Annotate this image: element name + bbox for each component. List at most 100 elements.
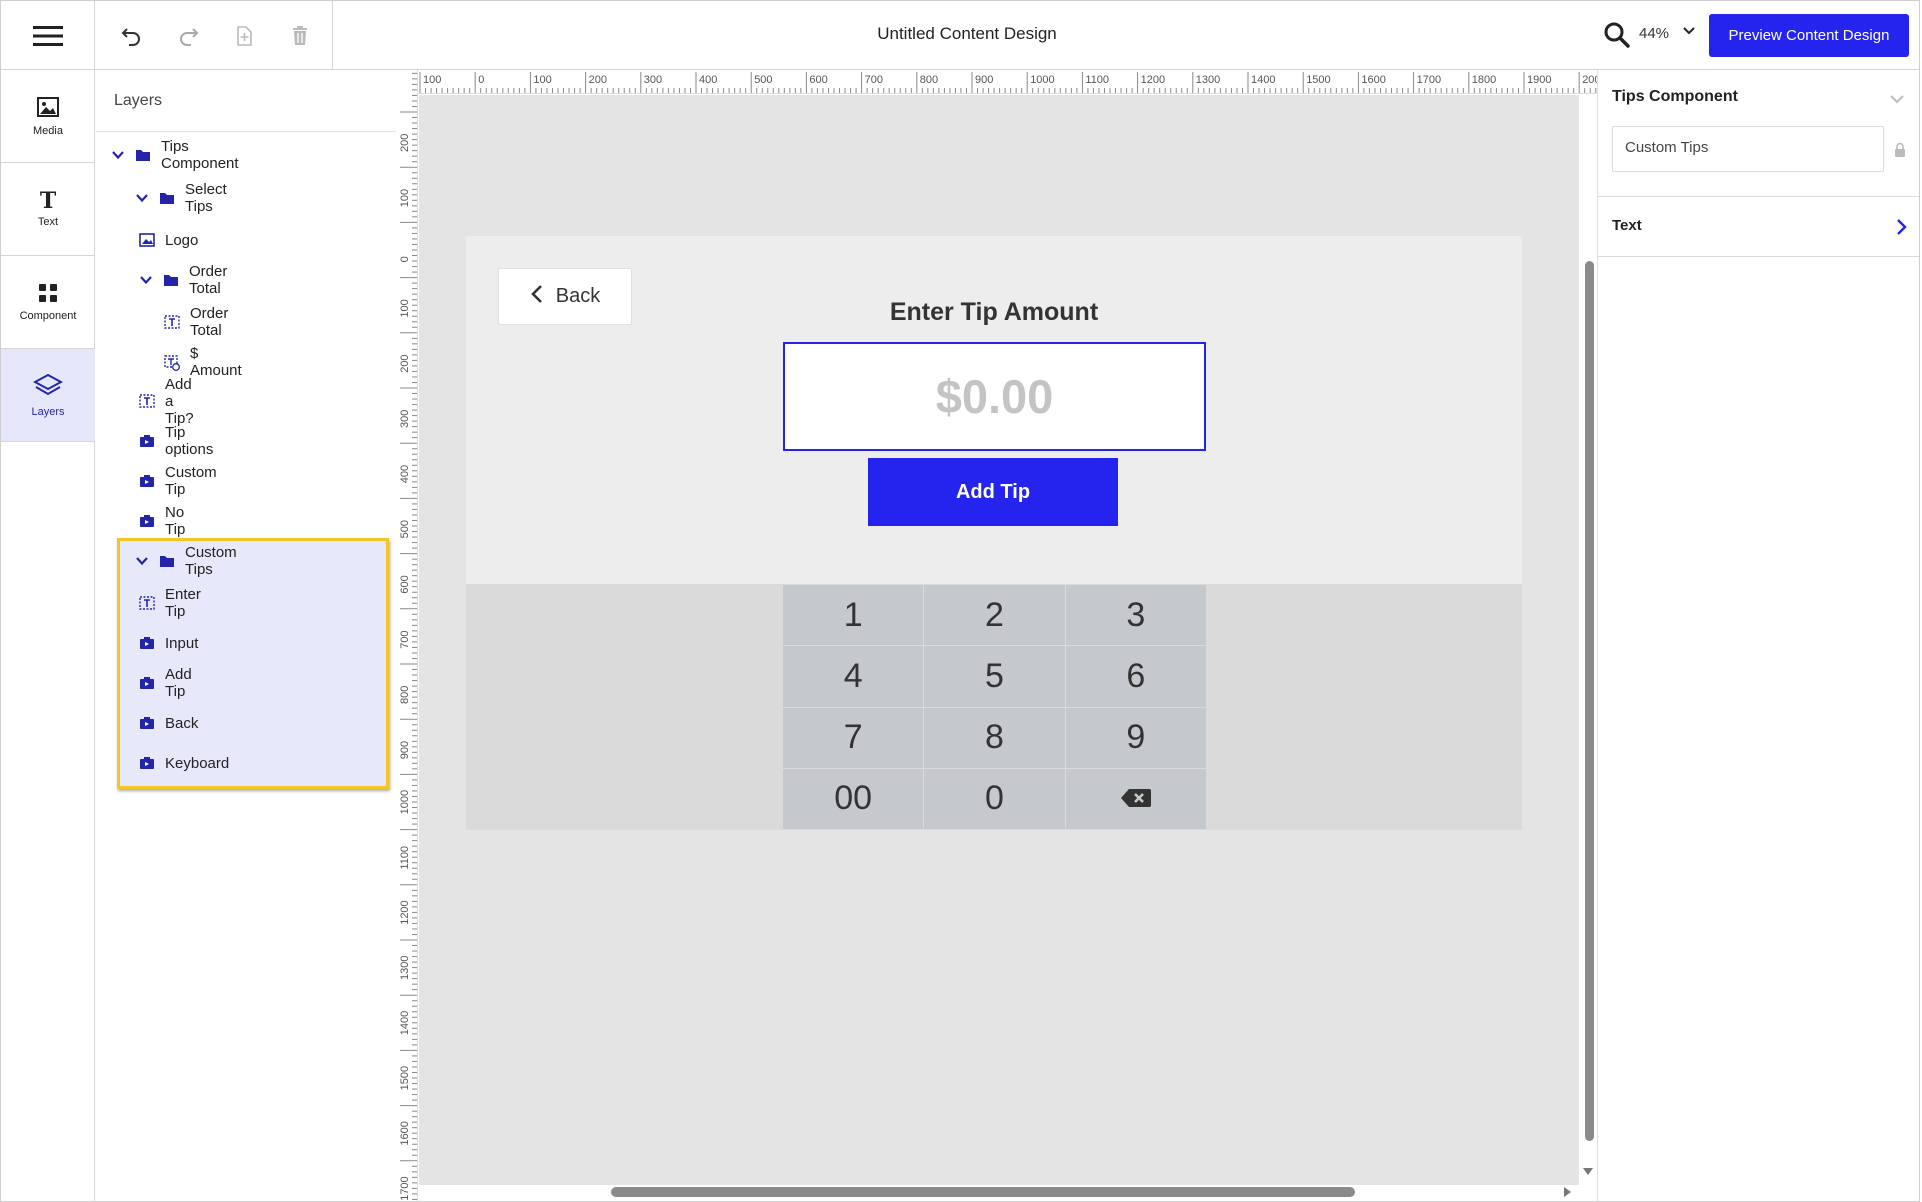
folder-icon xyxy=(135,148,151,162)
enter-tip-heading: Enter Tip Amount xyxy=(889,298,1099,326)
horizontal-scrollbar[interactable] xyxy=(611,1187,1355,1197)
ruler-label: 900 xyxy=(399,741,411,759)
ruler-label: 200 xyxy=(589,74,607,86)
key-0[interactable]: 0 xyxy=(924,768,1065,829)
key-2[interactable]: 2 xyxy=(924,585,1065,646)
ruler-label: 100 xyxy=(533,74,551,86)
layer-label: Custom Tips xyxy=(185,544,237,578)
key-3[interactable]: 3 xyxy=(1065,585,1206,646)
ruler-label: 1500 xyxy=(1306,74,1330,86)
folder-icon xyxy=(159,191,175,205)
add-tip-button[interactable]: Add Tip xyxy=(868,458,1118,526)
chevron-down-icon[interactable] xyxy=(111,148,125,162)
ruler-label: 700 xyxy=(865,74,883,86)
rail-item-component[interactable]: Component xyxy=(1,256,95,349)
rail-item-layers[interactable]: Layers xyxy=(1,349,95,442)
key-backspace[interactable] xyxy=(1065,768,1206,829)
layer-row[interactable]: Select Tips xyxy=(135,178,227,218)
layer-row[interactable]: Back xyxy=(139,703,198,743)
layer-label: Tips Component xyxy=(161,138,239,172)
ruler-label: 1000 xyxy=(1030,74,1054,86)
zoom-level[interactable]: 44% xyxy=(1639,25,1669,42)
properties-title: Tips Component xyxy=(1612,88,1738,105)
layer-row[interactable]: No Tip xyxy=(139,501,185,541)
rail-item-label: Layers xyxy=(31,405,65,418)
layer-row[interactable]: Add a Tip? xyxy=(139,376,194,427)
layer-label: Logo xyxy=(165,231,199,249)
component-icon xyxy=(139,716,155,730)
key-00[interactable]: 00 xyxy=(783,768,924,829)
ruler-label: 900 xyxy=(975,74,993,86)
ruler-label: 800 xyxy=(920,74,938,86)
preview-button[interactable]: Preview Content Design xyxy=(1709,14,1909,57)
layer-row[interactable]: Tip options xyxy=(139,421,213,461)
chevron-down-icon[interactable] xyxy=(135,191,149,205)
key-6[interactable]: 6 xyxy=(1065,646,1206,707)
layer-label: Enter Tip xyxy=(165,586,201,620)
chevron-down-icon[interactable] xyxy=(1681,23,1697,39)
scroll-right-icon[interactable] xyxy=(1561,1185,1573,1201)
ruler-label: 1300 xyxy=(1196,74,1220,86)
layer-row[interactable]: Order Total xyxy=(164,302,228,342)
ruler-label: 400 xyxy=(399,465,411,483)
rail-item-label: Text xyxy=(37,216,59,228)
ruler-label: 300 xyxy=(644,74,662,86)
divider xyxy=(1598,196,1919,197)
key-9[interactable]: 9 xyxy=(1065,707,1206,768)
divider xyxy=(96,131,396,132)
layer-label: No Tip xyxy=(165,504,186,538)
key-5[interactable]: 5 xyxy=(924,646,1065,707)
layer-name-field[interactable]: Custom Tips xyxy=(1612,126,1884,172)
backspace-icon xyxy=(1120,779,1152,818)
ruler-label: 500 xyxy=(754,74,772,86)
layer-row[interactable]: Tips Component xyxy=(111,135,239,175)
scroll-down-icon[interactable] xyxy=(1581,1164,1595,1181)
component-icon xyxy=(139,636,155,650)
vertical-scrollbar[interactable] xyxy=(1585,261,1594,1141)
ruler-label: 400 xyxy=(699,74,717,86)
layer-row[interactable]: Order Total xyxy=(139,260,227,300)
rail-item-media[interactable]: Media xyxy=(1,70,95,163)
layer-row[interactable]: Add Tip xyxy=(139,663,192,703)
layer-row[interactable]: Custom Tips xyxy=(135,541,237,581)
layer-label: Back xyxy=(165,714,199,732)
image-icon xyxy=(139,233,155,247)
ruler-label: 1300 xyxy=(399,956,411,980)
ruler-label: 1400 xyxy=(399,1011,411,1035)
layer-row[interactable]: Logo xyxy=(139,220,198,260)
chevron-down-icon[interactable] xyxy=(1888,90,1906,108)
key-8[interactable]: 8 xyxy=(924,707,1065,768)
chevron-down-icon[interactable] xyxy=(139,273,153,287)
tips-screen-artboard[interactable]: Back Enter Tip Amount $0.00 Add Tip 1 2 … xyxy=(466,236,1522,830)
folder-icon xyxy=(159,554,175,568)
ruler-label: 200 xyxy=(399,354,411,372)
ruler-label: 1400 xyxy=(1251,74,1275,86)
text-layer-icon xyxy=(139,394,155,408)
ruler-label: 300 xyxy=(399,410,411,428)
numeric-keypad: 1 2 3 4 5 6 7 8 9 00 0 xyxy=(783,585,1206,829)
layer-label: Tip options xyxy=(165,424,214,458)
chevron-right-icon[interactable] xyxy=(1894,218,1910,236)
key-1[interactable]: 1 xyxy=(783,585,924,646)
text-icon: T xyxy=(39,188,57,214)
layer-row[interactable]: Enter Tip xyxy=(139,583,201,623)
lock-icon[interactable] xyxy=(1894,142,1906,158)
layer-label: Custom Tip xyxy=(165,464,217,498)
search-icon[interactable] xyxy=(1603,21,1631,49)
ruler-label: 800 xyxy=(399,686,411,704)
tip-amount-input[interactable]: $0.00 xyxy=(783,342,1206,451)
rail-item-text[interactable]: T Text xyxy=(1,163,95,256)
chevron-down-icon[interactable] xyxy=(135,554,149,568)
grid-icon xyxy=(38,283,58,306)
ruler-label: 1900 xyxy=(1527,74,1551,86)
key-7[interactable]: 7 xyxy=(783,707,924,768)
ruler-label: 0 xyxy=(478,74,484,86)
ruler-label: 1100 xyxy=(1085,74,1109,86)
text-section-label[interactable]: Text xyxy=(1612,217,1642,234)
layer-row[interactable]: Input xyxy=(139,623,198,663)
component-icon xyxy=(139,434,155,448)
layer-row[interactable]: Keyboard xyxy=(139,743,229,783)
key-4[interactable]: 4 xyxy=(783,646,924,707)
layer-row[interactable]: Custom Tip xyxy=(139,461,217,501)
layer-label: Keyboard xyxy=(165,754,230,772)
